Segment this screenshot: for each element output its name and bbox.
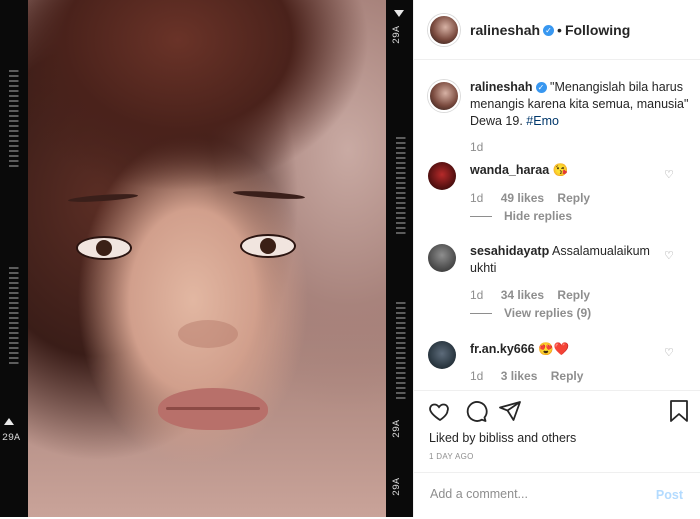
photo-nose [178,320,238,348]
comment-age: 1d [470,369,484,383]
comment-like-heart-icon[interactable]: ♡ [664,249,674,262]
header-user-line: ralineshah ✓ • Following [470,22,630,40]
verified-badge-icon: ✓ [543,25,555,37]
film-strip-right: 29A |||||||||||||||||||| |||||||||||||||… [386,0,413,517]
photo-eye-right [240,234,296,258]
comment-item: wanda_haraa 😘 [470,162,568,179]
film-label: 29A [2,433,21,444]
film-ticks: |||||||||||||||||||| [394,300,405,401]
add-comment-input[interactable] [428,486,642,502]
comment-reply-button[interactable]: Reply [557,191,590,205]
post-comment-button[interactable]: Post [650,487,689,503]
photo-eye-left [76,236,132,260]
verified-badge-icon: ✓ [535,82,547,94]
comment-like-heart-icon[interactable]: ♡ [664,346,674,359]
comment-text: 😍❤️ [538,342,570,356]
film-label: 29A [392,478,403,497]
avatar[interactable] [428,14,460,46]
film-ticks: |||||||||||||||||||| [7,68,18,169]
comment-avatar[interactable] [428,162,456,190]
liked-by-text[interactable]: Liked by bibliss and others [429,431,576,445]
film-label: 29A [392,26,403,45]
post-header: ralineshah ✓ • Following [414,0,700,60]
comment-username[interactable]: wanda_haraa [470,163,549,177]
comment-item: fr.an.ky666 😍❤️ [470,341,569,358]
view-replies-button[interactable]: View replies (9) [470,306,591,320]
comment-text: 😘 [552,163,569,177]
comment-username[interactable]: sesahidayatp [470,244,549,258]
comment-avatar[interactable] [428,244,456,272]
comment-item: sesahidayatp Assalamualaikum ukhti [470,243,650,277]
hide-replies-button[interactable]: Hide replies [470,209,572,223]
comment-age: 1d [470,191,484,205]
share-send-icon[interactable] [498,399,522,428]
comment-username[interactable]: fr.an.ky666 [470,342,535,356]
add-comment-bar: Post [414,472,700,519]
caption-avatar[interactable] [428,80,460,112]
comment-like-heart-icon[interactable]: ♡ [664,168,674,181]
separator-dot: • [557,22,562,38]
film-strip-left: |||||||||||||||||||| |||||||||||||||||||… [0,0,28,517]
photo-hair [28,0,388,200]
post-side-panel: ralineshah ✓ • Following ralineshah ✓ "Menan… [413,0,700,517]
film-arrow-icon [4,418,14,425]
comment-meta: 1d 3 likes Reply [470,369,583,383]
comment-avatar[interactable] [428,341,456,369]
comment-meta: 1d 34 likes Reply [470,288,590,302]
comment-bubble-icon[interactable] [464,399,488,428]
photo-lips [158,388,268,430]
film-ticks: |||||||||||||||||||| [7,265,18,366]
comment-age: 1d [470,288,484,302]
comment-likes[interactable]: 3 likes [501,369,538,383]
caption-hashtag[interactable]: #Emo [526,114,559,128]
like-heart-icon[interactable] [428,399,452,428]
post-caption: ralineshah ✓ "Menangislah bila harus mena… [470,79,690,130]
caption-age: 1d [470,140,484,154]
caption-username[interactable]: ralineshah [470,80,533,94]
bookmark-icon[interactable] [669,399,689,428]
film-arrow-icon [394,10,404,17]
comment-reply-button[interactable]: Reply [551,369,584,383]
film-ticks: |||||||||||||||||||| [394,135,405,236]
post-timestamp: 1 DAY AGO [429,452,474,461]
comment-meta: 1d 49 likes Reply [470,191,590,205]
comment-likes[interactable]: 34 likes [501,288,544,302]
comment-reply-button[interactable]: Reply [557,288,590,302]
comment-likes[interactable]: 49 likes [501,191,544,205]
post-photo [28,0,388,517]
post-actions: Liked by bibliss and others 1 DAY AGO Po… [414,390,700,518]
following-button[interactable]: Following [565,22,630,38]
film-label: 29A [392,420,403,439]
post-media[interactable]: |||||||||||||||||||| |||||||||||||||||||… [0,0,413,517]
header-username[interactable]: ralineshah [470,22,540,38]
